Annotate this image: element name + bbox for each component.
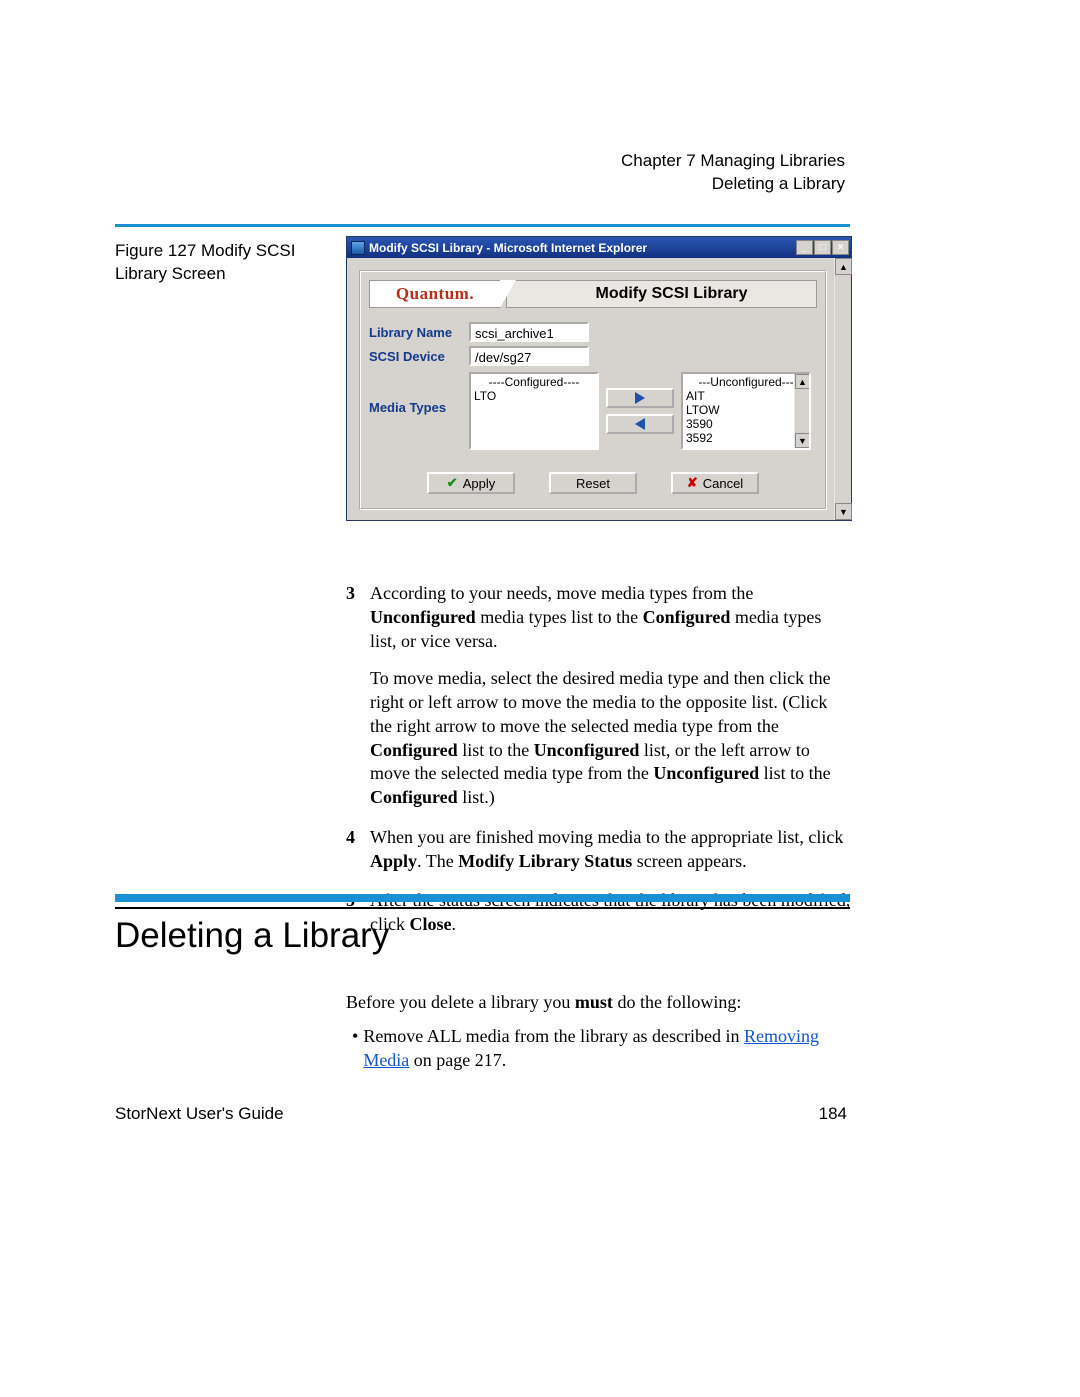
list-scrollbar[interactable]: ▲ ▼ bbox=[794, 374, 809, 448]
section-label: Deleting a Library bbox=[621, 173, 845, 196]
cancel-button[interactable]: ✘Cancel bbox=[671, 472, 759, 494]
scroll-up-icon[interactable]: ▲ bbox=[835, 258, 852, 275]
footer-title: StorNext User's Guide bbox=[115, 1104, 284, 1124]
window-titlebar: Modify SCSI Library - Microsoft Internet… bbox=[347, 237, 851, 258]
scroll-down-icon[interactable]: ▼ bbox=[795, 433, 810, 448]
list-item[interactable]: AIT bbox=[684, 389, 808, 403]
brand-bar: Quantum. Modify SCSI Library bbox=[369, 280, 817, 308]
scroll-down-icon[interactable]: ▼ bbox=[835, 503, 852, 520]
page-number: 184 bbox=[819, 1104, 847, 1124]
scroll-up-icon[interactable]: ▲ bbox=[795, 374, 810, 389]
window-title: Modify SCSI Library - Microsoft Internet… bbox=[369, 241, 647, 255]
unconfigured-listbox[interactable]: ▲ ▼ ---Unconfigured--- AIT LTOW 3590 359… bbox=[681, 372, 811, 450]
outer-scrollbar[interactable]: ▲ ▼ bbox=[834, 258, 851, 520]
configured-header: ----Configured---- bbox=[472, 375, 596, 389]
section-rule-blue bbox=[115, 894, 850, 902]
maximize-button[interactable]: □ bbox=[814, 240, 831, 255]
ie-icon bbox=[351, 241, 365, 255]
arrow-left-icon bbox=[635, 418, 645, 430]
page-header: Chapter 7 Managing Libraries Deleting a … bbox=[621, 150, 845, 196]
chapter-label: Chapter 7 Managing Libraries bbox=[621, 150, 845, 173]
list-item[interactable]: 3590 bbox=[684, 417, 808, 431]
move-right-button[interactable] bbox=[606, 388, 674, 408]
check-icon: ✔ bbox=[447, 475, 458, 491]
scsi-device-input[interactable]: /dev/sg27 bbox=[469, 346, 589, 366]
close-button[interactable]: × bbox=[832, 240, 849, 255]
minimize-button[interactable]: _ bbox=[796, 240, 813, 255]
library-name-label: Library Name bbox=[369, 322, 469, 340]
move-left-button[interactable] bbox=[606, 414, 674, 434]
scsi-device-label: SCSI Device bbox=[369, 346, 469, 364]
list-item[interactable]: LTO bbox=[472, 389, 596, 403]
section-intro: Before you delete a library you must do … bbox=[346, 991, 851, 1072]
arrow-right-icon bbox=[635, 392, 645, 404]
list-item[interactable]: LTOW bbox=[684, 403, 808, 417]
apply-button[interactable]: ✔Apply bbox=[427, 472, 515, 494]
figure-caption: Figure 127 Modify SCSI Library Screen bbox=[115, 240, 315, 286]
section-heading: Deleting a Library bbox=[115, 916, 389, 956]
unconfigured-header: ---Unconfigured--- bbox=[684, 375, 808, 389]
dialog-screenshot: Modify SCSI Library - Microsoft Internet… bbox=[346, 236, 852, 521]
x-icon: ✘ bbox=[687, 475, 698, 491]
library-name-input[interactable]: scsi_archive1 bbox=[469, 322, 589, 342]
panel-title: Modify SCSI Library bbox=[506, 280, 817, 308]
brand-logo: Quantum. bbox=[369, 280, 501, 308]
media-types-label: Media Types bbox=[369, 370, 469, 415]
configured-listbox[interactable]: ----Configured---- LTO bbox=[469, 372, 599, 450]
section-rule-black bbox=[115, 907, 850, 909]
divider bbox=[115, 224, 850, 227]
reset-button[interactable]: Reset bbox=[549, 472, 637, 494]
list-item[interactable]: 3592 bbox=[684, 431, 808, 445]
